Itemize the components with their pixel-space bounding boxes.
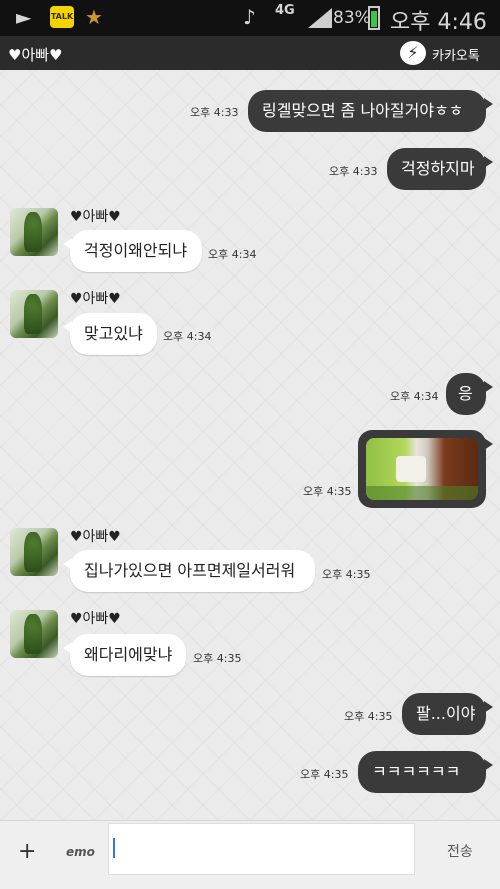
game-controller-icon: ► [16,5,32,29]
message-time: 오후 4:33 [190,106,239,119]
avatar[interactable] [10,610,58,658]
status-clock: 오후 4:46 [390,10,487,35]
avatar[interactable] [10,290,58,338]
outgoing-message[interactable]: 걱정하지마 [387,148,493,190]
message-time: 오후 4:35 [344,710,393,723]
message-time: 오후 4:35 [193,652,242,665]
battery-icon [368,6,380,30]
kakaotalk-notification-icon: TALK [50,6,74,28]
outgoing-message[interactable]: ㅋㅋㅋㅋㅋㅋ [358,751,493,793]
incoming-message[interactable]: 왜다리에맞냐 [63,634,186,676]
outgoing-photo-message[interactable] [358,430,493,508]
kakaotalk-logo-icon[interactable]: ⚡ [400,41,426,65]
message-time: 오후 4:34 [208,248,257,261]
incoming-message[interactable]: 집나가있으면 아프면제일서러워 [63,550,315,592]
message-time: 오후 4:33 [329,165,378,178]
avatar[interactable] [10,208,58,256]
outgoing-message[interactable]: 팔...이야 [402,693,493,735]
sender-name: ♥아빠♥ [70,209,121,225]
message-time: 오후 4:35 [303,485,352,498]
incoming-message[interactable]: 걱정이왜안되냐 [63,230,202,272]
outgoing-message[interactable]: 응 [446,373,493,415]
message-time: 오후 4:35 [322,568,371,581]
chat-area[interactable]: 오후 4:33 링겔맞으면 좀 나아질거야ㅎㅎ 오후 4:33 걱정하지마 ♥아… [0,70,500,820]
photo-thumbnail[interactable] [366,438,478,500]
text-caret [113,838,115,858]
sender-name: ♥아빠♥ [70,611,121,627]
message-input-bar: + emo 전송 [0,820,500,889]
avatar[interactable] [10,528,58,576]
network-indicator: 4G [275,3,295,18]
brand-label[interactable]: 카카오톡 [432,45,480,64]
message-time: 오후 4:35 [300,768,349,781]
message-input[interactable] [108,823,415,875]
battery-percent: 83% [333,8,371,28]
sender-name: ♥아빠♥ [70,529,121,545]
message-time: 오후 4:34 [390,390,439,403]
mute-icon: ♪ [243,5,256,29]
chat-title: ♥아빠♥ [8,46,63,64]
message-time: 오후 4:34 [163,330,212,343]
emoticon-button[interactable]: emo [66,845,95,859]
sender-name: ♥아빠♥ [70,291,121,307]
send-button[interactable]: 전송 [447,841,473,861]
status-bar: ► TALK ★ ♪ 4G 83% 오후 4:46 [0,0,500,36]
attach-plus-button[interactable]: + [18,839,36,864]
star-icon: ★ [85,5,103,29]
outgoing-message[interactable]: 링겔맞으면 좀 나아질거야ㅎㅎ [248,90,493,132]
signal-icon [308,8,332,28]
incoming-message[interactable]: 맞고있냐 [63,313,157,355]
chat-header: ♥아빠♥ ⚡ 카카오톡 [0,36,500,70]
